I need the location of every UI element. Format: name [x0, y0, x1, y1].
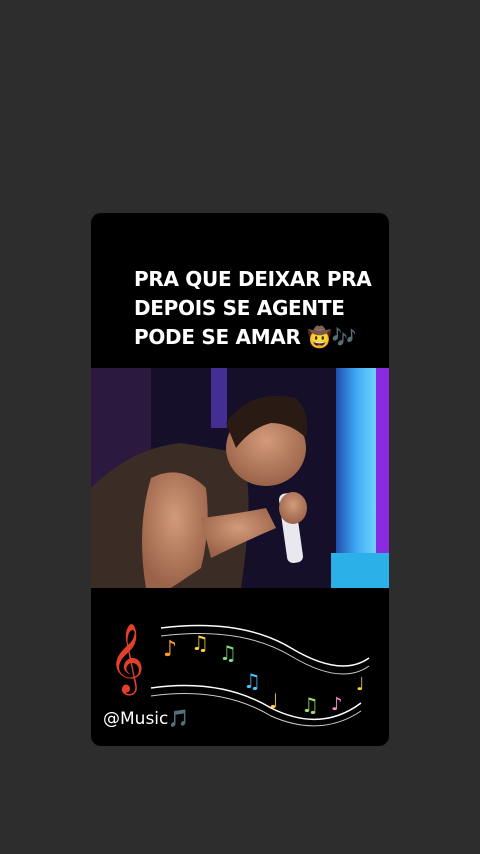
- story-caption: PRA QUE DEIXAR PRA DEPOIS SE AGENTE PODE…: [91, 265, 389, 352]
- music-sticker-label[interactable]: @Music🎵: [103, 709, 190, 729]
- music-note-icon: ♩: [356, 674, 365, 695]
- music-note-icon: ♩: [269, 689, 278, 713]
- music-note-icon: ♫: [219, 641, 237, 665]
- story-card: PRA QUE DEIXAR PRA DEPOIS SE AGENTE PODE…: [91, 213, 389, 746]
- caption-line-2: DEPOIS SE AGENTE: [134, 296, 345, 320]
- music-note-icon: ♫: [191, 631, 209, 655]
- music-note-icon: ♪: [163, 637, 177, 662]
- music-note-icon: ♫: [243, 669, 261, 693]
- singer-performance-image: [91, 368, 389, 588]
- caption-line-1: PRA QUE DEIXAR PRA: [134, 267, 372, 291]
- caption-line-3: PODE SE AMAR 🤠🎶: [134, 325, 357, 349]
- treble-clef-icon: 𝄞: [109, 623, 144, 695]
- music-note-icon: ♫: [301, 693, 319, 717]
- video-frame[interactable]: [91, 368, 389, 588]
- music-note-icon: ♪: [331, 694, 343, 715]
